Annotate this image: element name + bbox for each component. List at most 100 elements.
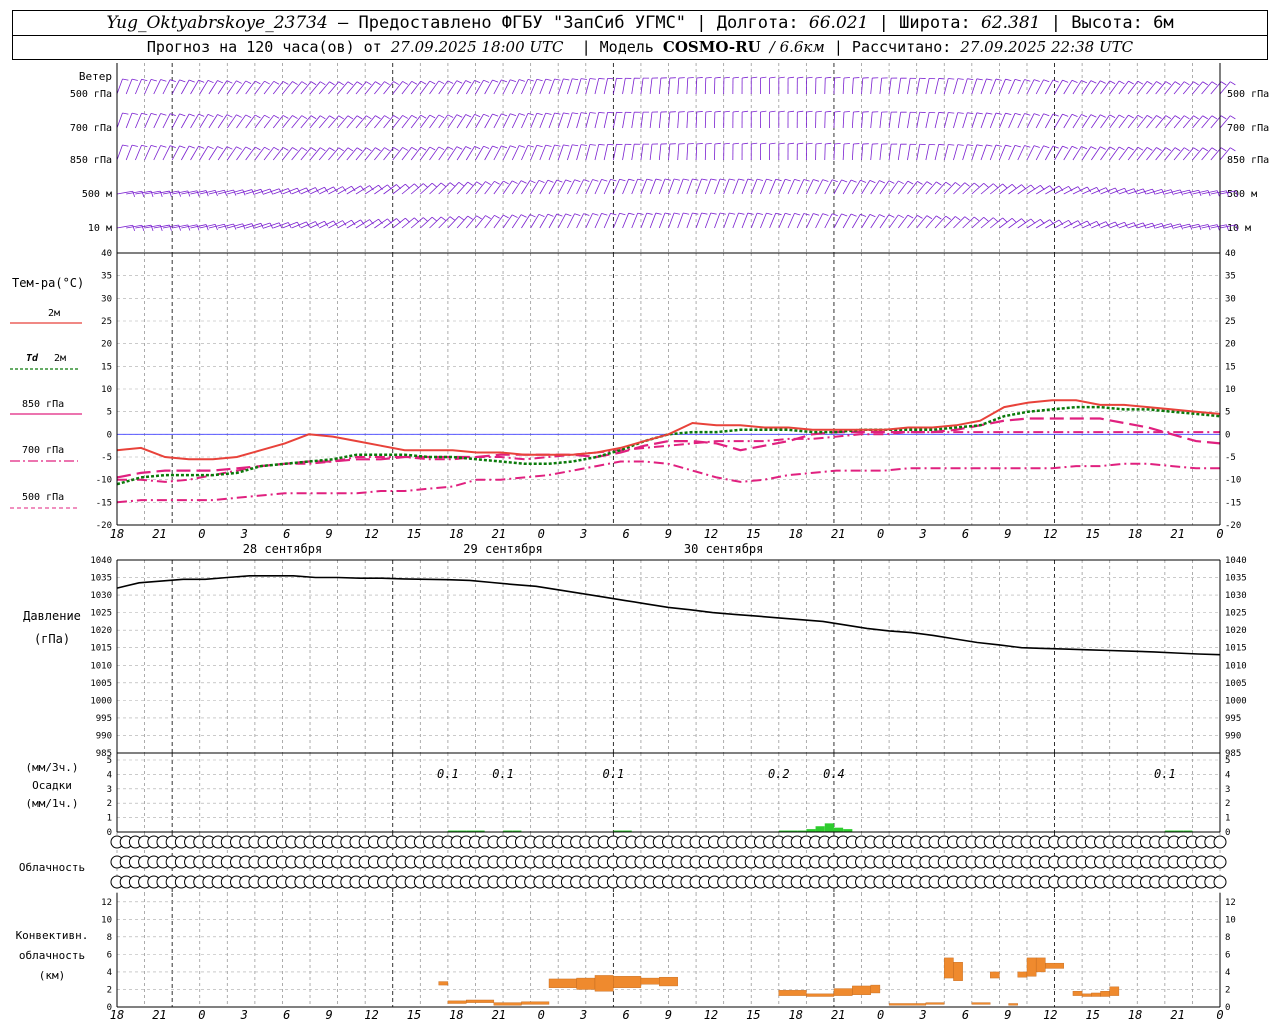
wind-barb	[760, 179, 767, 195]
wind-barb-feather	[747, 178, 754, 181]
wind-barb	[557, 144, 564, 161]
wind-barb-feather	[438, 80, 445, 85]
wind-barb	[971, 183, 985, 195]
wind-barb-feather	[205, 190, 209, 197]
wind-barb-feather	[974, 216, 980, 222]
wind-barb-feather	[1024, 145, 1031, 148]
wind-barb-feather	[589, 112, 596, 114]
wind-barb	[953, 112, 959, 129]
wind-barb-feather	[556, 213, 563, 217]
wind-barb	[116, 112, 123, 129]
wind-barb	[603, 112, 608, 129]
wind-barb	[723, 212, 730, 229]
wind-barb	[704, 111, 707, 129]
wind-barb	[649, 212, 657, 229]
wind-barb-feather	[485, 215, 491, 219]
wind-barb-feather	[756, 178, 763, 181]
wind-barb-feather	[1024, 113, 1031, 116]
wind-barb	[704, 77, 707, 95]
convective-cloud-blocks	[438, 957, 1120, 1006]
temp-ytick-left: 10	[101, 385, 112, 395]
wind-barb-feather	[831, 179, 838, 183]
conv-ytick-left: 12	[101, 898, 112, 908]
wind-barb-feather	[1002, 183, 1008, 189]
wind-barb-feather	[169, 113, 176, 116]
xtick-bottom: 0	[1216, 1008, 1223, 1022]
wind-barb-feather	[476, 215, 482, 220]
wind-barb-feather	[438, 114, 445, 119]
convective-cloud-block	[1008, 1003, 1018, 1006]
wind-barb-feather	[207, 113, 214, 118]
wind-barb-feather	[366, 147, 372, 152]
wind-barb-feather	[769, 110, 776, 113]
wind-barb	[658, 212, 666, 229]
wind-barb-feather	[467, 215, 473, 220]
convective-cloud-block	[833, 988, 853, 996]
wind-barb-feather	[1052, 79, 1059, 83]
wind-barb-feather	[254, 80, 261, 85]
wind-barb	[116, 144, 123, 161]
prec-ytick-left: 3	[107, 785, 112, 795]
wind-barb	[815, 179, 824, 195]
wind-barb-feather	[282, 115, 289, 119]
conv-ytick-left: 8	[107, 933, 112, 943]
wind-barb-feather	[1230, 81, 1236, 86]
wind-barb-feather	[760, 142, 767, 145]
wind-barb-feather	[628, 178, 635, 182]
wind-barb	[631, 112, 635, 129]
wind-barb-feather	[995, 144, 1002, 147]
wind-barb-feather	[205, 224, 209, 231]
wind-barb	[291, 81, 303, 95]
prec-ytick-right: 5	[1225, 756, 1230, 766]
precip-value-label: 0.1	[492, 767, 514, 781]
wind-barb-feather	[936, 215, 942, 220]
precip-series: 0.1 0.1 0.1 0.2 0.4 0.1	[437, 767, 1193, 832]
wind-barb	[383, 81, 394, 95]
wind-barb-feather	[1198, 224, 1202, 231]
wind-barb-feather	[556, 179, 563, 183]
temp-ytick-right: -20	[1225, 521, 1241, 531]
wind-barb	[695, 77, 698, 95]
wind-barb	[557, 78, 564, 95]
wind-barb-feather	[449, 216, 456, 221]
wind-barb	[530, 79, 538, 95]
wind-barb	[125, 112, 133, 129]
wind-barb-feather	[310, 81, 317, 86]
wind-barb-feather	[1100, 146, 1106, 150]
wind-barb	[300, 147, 312, 161]
wind-barb-feather	[347, 147, 354, 152]
wind-barb-feather	[292, 147, 298, 151]
wind-barb-feather	[945, 215, 952, 220]
convective-cloud-block	[521, 1001, 550, 1005]
wind-barb	[778, 213, 786, 229]
wind-barb-feather	[483, 145, 490, 149]
wind-barb	[999, 79, 1006, 95]
wind-barb-feather	[347, 115, 354, 120]
wind-barb	[787, 179, 795, 195]
wind-barb-feather	[592, 179, 599, 182]
wind-barb-feather	[729, 212, 736, 215]
wind-barb-feather	[494, 214, 500, 219]
legend-2m-label: 2м	[48, 308, 60, 319]
wind-barb-feather	[822, 213, 829, 216]
wind-barb	[943, 144, 949, 161]
wind-barb	[686, 178, 693, 195]
wind-barb	[337, 115, 349, 129]
wind-barb	[144, 113, 152, 129]
wind-barb-feather	[226, 114, 233, 118]
wind-barb	[732, 178, 739, 195]
wind-barb-feather	[1043, 113, 1050, 117]
wind-barb	[861, 144, 864, 161]
wind-barb	[162, 79, 171, 95]
wind-barb-feather	[1024, 79, 1031, 82]
wind-barb-feather	[422, 217, 429, 222]
wind-barb-feather	[449, 182, 456, 187]
wind-barb	[649, 78, 653, 95]
wind-barb-feather	[1174, 115, 1181, 120]
xtick-bottom: 0	[877, 1008, 884, 1022]
convective-cloud-block	[1035, 957, 1046, 973]
wind-barb	[925, 181, 937, 195]
wind-barb	[1045, 79, 1054, 95]
xtick-temp: 15	[746, 527, 760, 541]
wind-barb-feather	[458, 216, 464, 221]
